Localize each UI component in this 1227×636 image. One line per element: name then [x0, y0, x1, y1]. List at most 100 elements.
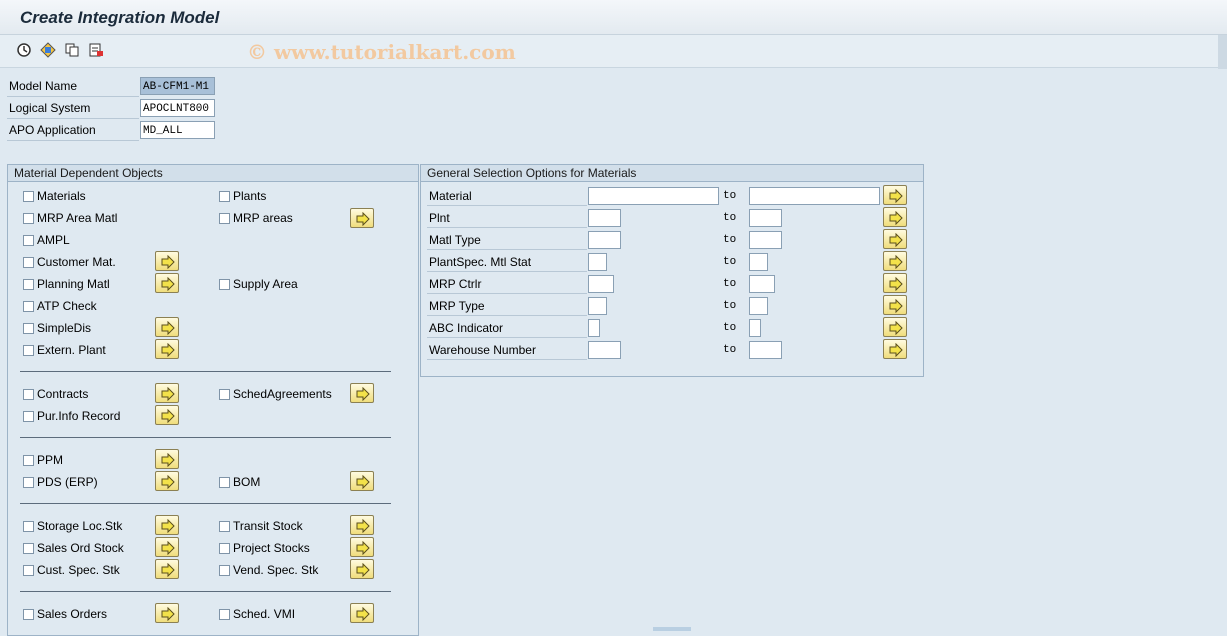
contracts-label: Contracts [37, 387, 89, 401]
mrp-type-to-input[interactable] [749, 297, 768, 315]
group-title: Material Dependent Objects [8, 165, 418, 182]
warehouse-number-to-input[interactable] [749, 341, 782, 359]
plnt-from-input[interactable] [588, 209, 621, 227]
plantspec-mtl-stat-to-input[interactable] [749, 253, 768, 271]
divider [20, 503, 391, 504]
plantspec-mtl-stat-from-input[interactable] [588, 253, 607, 271]
warehouse-number-multiple-selection-button[interactable] [883, 339, 907, 359]
mrp-ctrlr-to-input[interactable] [749, 275, 775, 293]
mrp-ctrlr-multiple-selection-button[interactable] [883, 273, 907, 293]
plantspec-mtl-stat-label: PlantSpec. Mtl Stat [427, 252, 587, 272]
mrp-ctrlr-from-input[interactable] [588, 275, 614, 293]
application-toolbar [0, 35, 1227, 68]
abc-indicator-to-input[interactable] [749, 319, 761, 337]
sales-ord-stock-more-button[interactable] [155, 537, 179, 557]
to-label: to [723, 344, 737, 356]
sales-ord-stock-label: Sales Ord Stock [37, 541, 124, 555]
pur-info-record-checkbox[interactable] [23, 411, 34, 422]
copy-icon[interactable] [64, 42, 80, 58]
vend-spec-stk-checkbox[interactable] [219, 565, 230, 576]
sched-vmi-checkbox[interactable] [219, 609, 230, 620]
execute-icon[interactable] [16, 42, 32, 58]
transit-stock-more-button[interactable] [350, 515, 374, 535]
mrp-type-label: MRP Type [427, 296, 587, 316]
planning-matl-checkbox[interactable] [23, 279, 34, 290]
supply-area-checkbox[interactable] [219, 279, 230, 290]
ppm-more-button[interactable] [155, 449, 179, 469]
abc-indicator-from-input[interactable] [588, 319, 600, 337]
delete-icon[interactable] [88, 42, 104, 58]
transit-stock-label: Transit Stock [233, 519, 303, 533]
sales-orders-more-button[interactable] [155, 603, 179, 623]
pur-info-record-more-button[interactable] [155, 405, 179, 425]
material-multiple-selection-button[interactable] [883, 185, 907, 205]
matl-type-multiple-selection-button[interactable] [883, 229, 907, 249]
matl-type-to-input[interactable] [749, 231, 782, 249]
customer-mat-checkbox[interactable] [23, 257, 34, 268]
contracts-checkbox[interactable] [23, 389, 34, 400]
cust-spec-stk-checkbox[interactable] [23, 565, 34, 576]
horizontal-scrollbar[interactable] [653, 627, 691, 631]
variant-icon[interactable] [40, 42, 56, 58]
warehouse-number-label: Warehouse Number [427, 340, 587, 360]
to-label: to [723, 300, 737, 312]
storage-loc-stk-label: Storage Loc.Stk [37, 519, 123, 533]
customer-mat-more-button[interactable] [155, 251, 179, 271]
mrp-type-multiple-selection-button[interactable] [883, 295, 907, 315]
matl-type-from-input[interactable] [588, 231, 621, 249]
cust-spec-stk-more-button[interactable] [155, 559, 179, 579]
watermark: © www.tutorialkart.com [247, 40, 516, 64]
group-title: General Selection Options for Materials [421, 165, 923, 182]
simpledis-checkbox[interactable] [23, 323, 34, 334]
scrollbar[interactable] [1218, 35, 1227, 69]
cust-spec-stk-label: Cust. Spec. Stk [37, 563, 120, 577]
apo-application-input[interactable]: MD_ALL [140, 121, 215, 139]
logical-system-input[interactable]: APOCLNT800 [140, 99, 215, 117]
sales-ord-stock-checkbox[interactable] [23, 543, 34, 554]
materials-checkbox[interactable] [23, 191, 34, 202]
plnt-to-input[interactable] [749, 209, 782, 227]
storage-loc-stk-checkbox[interactable] [23, 521, 34, 532]
mrp-ctrlr-label: MRP Ctrlr [427, 274, 587, 294]
transit-stock-checkbox[interactable] [219, 521, 230, 532]
contracts-more-button[interactable] [155, 383, 179, 403]
vend-spec-stk-more-button[interactable] [350, 559, 374, 579]
mrp-area-matl-checkbox[interactable] [23, 213, 34, 224]
storage-loc-stk-more-button[interactable] [155, 515, 179, 535]
ppm-checkbox[interactable] [23, 455, 34, 466]
project-stocks-checkbox[interactable] [219, 543, 230, 554]
plantspec-mtl-stat-multiple-selection-button[interactable] [883, 251, 907, 271]
material-label: Material [427, 186, 587, 206]
ampl-checkbox[interactable] [23, 235, 34, 246]
planning-matl-more-button[interactable] [155, 273, 179, 293]
extern-plant-more-button[interactable] [155, 339, 179, 359]
atp-check-checkbox[interactable] [23, 301, 34, 312]
extern-plant-checkbox[interactable] [23, 345, 34, 356]
mrp-areas-label: MRP areas [233, 211, 293, 225]
bom-checkbox[interactable] [219, 477, 230, 488]
apo-application-label: APO Application [7, 120, 139, 141]
sales-orders-checkbox[interactable] [23, 609, 34, 620]
simpledis-more-button[interactable] [155, 317, 179, 337]
material-from-input[interactable] [588, 187, 719, 205]
sched-vmi-more-button[interactable] [350, 603, 374, 623]
warehouse-number-from-input[interactable] [588, 341, 621, 359]
pds-erp-checkbox[interactable] [23, 477, 34, 488]
materials-label: Materials [37, 189, 86, 203]
to-label: to [723, 322, 737, 334]
schedagreements-checkbox[interactable] [219, 389, 230, 400]
pds-erp-more-button[interactable] [155, 471, 179, 491]
material-to-input[interactable] [749, 187, 880, 205]
mrp-areas-checkbox[interactable] [219, 213, 230, 224]
bom-more-button[interactable] [350, 471, 374, 491]
plnt-multiple-selection-button[interactable] [883, 207, 907, 227]
bom-label: BOM [233, 475, 261, 489]
project-stocks-more-button[interactable] [350, 537, 374, 557]
ampl-label: AMPL [37, 233, 70, 247]
abc-indicator-multiple-selection-button[interactable] [883, 317, 907, 337]
mrp-areas-more-button[interactable] [350, 208, 374, 228]
model-name-input[interactable]: AB-CFM1-M1 [140, 77, 215, 95]
mrp-type-from-input[interactable] [588, 297, 607, 315]
plants-checkbox[interactable] [219, 191, 230, 202]
schedagreements-more-button[interactable] [350, 383, 374, 403]
